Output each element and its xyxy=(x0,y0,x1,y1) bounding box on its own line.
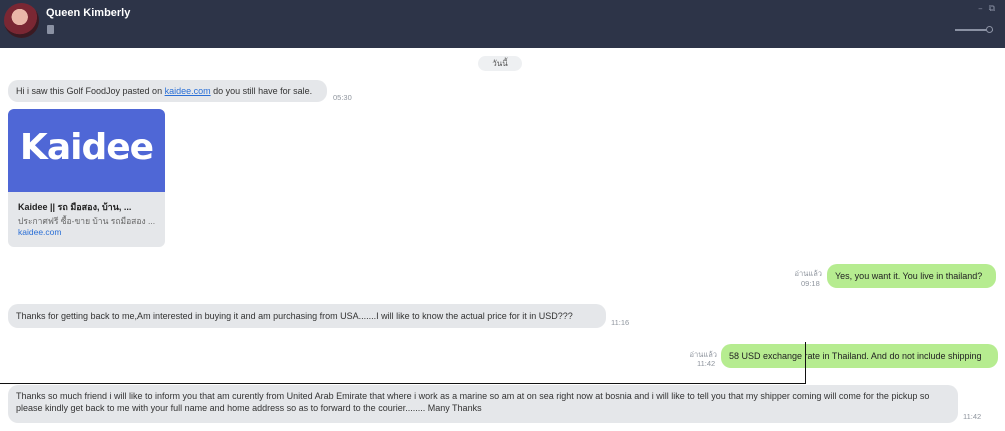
message-time: 09:18 xyxy=(801,279,820,288)
message-time: 11:42 xyxy=(697,359,716,368)
contact-name[interactable]: Queen Kimberly xyxy=(46,7,130,19)
message-bubble-outgoing: Yes, you want it. You live in thailand? xyxy=(827,264,996,288)
message-link[interactable]: kaidee.com xyxy=(165,86,211,96)
link-preview-domain[interactable]: kaidee.com xyxy=(18,227,61,237)
message-text: 58 USD exchange rate in Thailand. And do… xyxy=(729,351,982,361)
message-text: Thanks for getting back to me,Am interes… xyxy=(16,311,573,321)
link-preview-card[interactable]: Kaidee Kaidee || รถ มือสอง, บ้าน, ... ปร… xyxy=(8,109,165,247)
restore-icon[interactable]: ⧉ xyxy=(989,4,995,14)
message-text: do you still have for sale. xyxy=(210,86,313,96)
chat-header: Queen Kimberly – ⧉ xyxy=(0,0,1005,48)
date-divider: วันนี้ xyxy=(478,56,522,71)
message-text: Yes, you want it. You live in thailand? xyxy=(835,271,983,281)
link-preview-description: ประกาศฟรี ซื้อ-ขาย บ้าน รถมือสอง ... xyxy=(18,216,156,226)
message-text: Thanks so much friend i will like to inf… xyxy=(16,391,930,413)
message-text: Hi i saw this Golf FoodJoy pasted on xyxy=(16,86,165,96)
annotation-line-horizontal xyxy=(0,383,806,384)
message-bubble-outgoing: 58 USD exchange rate in Thailand. And do… xyxy=(721,344,998,368)
link-preview-title: Kaidee || รถ มือสอง, บ้าน, ... xyxy=(18,202,132,212)
minimize-icon[interactable]: – xyxy=(978,4,983,14)
zoom-slider[interactable] xyxy=(955,26,993,33)
kaidee-logo: Kaidee xyxy=(19,127,154,168)
window-controls: – ⧉ xyxy=(978,4,995,14)
contact-avatar[interactable] xyxy=(4,3,39,38)
annotation-line-vertical xyxy=(805,342,806,384)
note-icon[interactable] xyxy=(47,25,54,34)
message-bubble-incoming: Thanks for getting back to me,Am interes… xyxy=(8,304,606,328)
message-time: 11:42 xyxy=(963,412,982,421)
link-preview-image: Kaidee xyxy=(8,109,165,192)
message-time: 05:30 xyxy=(333,93,352,102)
message-time: 11:16 xyxy=(611,318,630,327)
message-bubble-incoming: Hi i saw this Golf FoodJoy pasted on kai… xyxy=(8,80,327,102)
message-bubble-incoming: Thanks so much friend i will like to inf… xyxy=(8,385,958,423)
zoom-slider-knob[interactable] xyxy=(986,26,993,33)
